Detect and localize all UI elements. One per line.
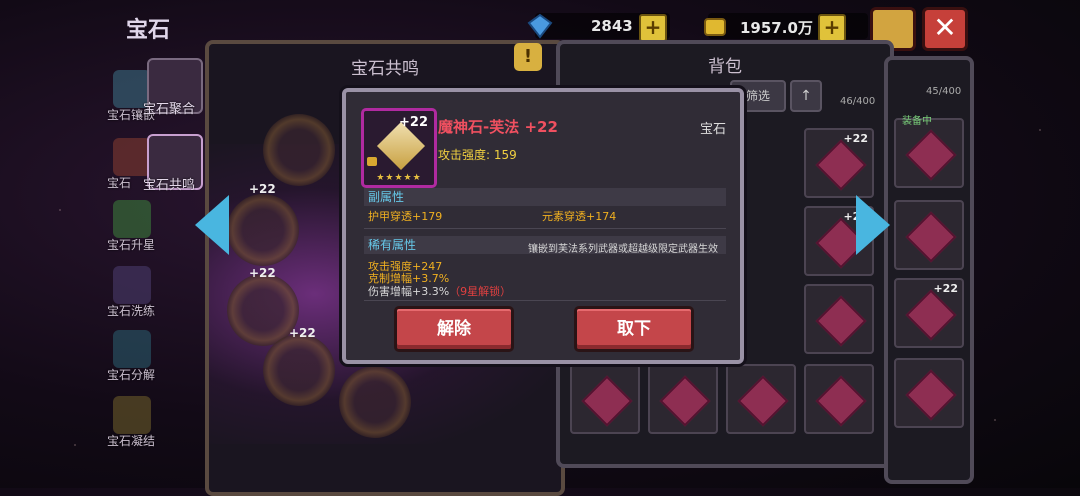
gold-count: 1957.0万	[740, 19, 813, 37]
gem-cell[interactable]	[894, 200, 964, 270]
item-type: 宝石	[699, 122, 726, 137]
backpack-count-secondary: 45/400	[926, 86, 962, 97]
gem-icon	[113, 138, 151, 176]
resonance-slot[interactable]	[263, 114, 335, 186]
gem-cell[interactable]	[894, 358, 964, 428]
gem-cell[interactable]	[894, 118, 964, 188]
item-name: 魔神石-芙法 +22	[438, 118, 558, 136]
gem-cell[interactable]: +22	[804, 128, 874, 198]
resonance-title: 宝石共鸣	[351, 59, 419, 79]
item-attack: 攻击强度: 159	[438, 148, 517, 162]
close-button[interactable]: ✕	[922, 7, 968, 51]
add-gold-button[interactable]: +	[818, 14, 846, 42]
backpack-title: 背包	[708, 57, 742, 77]
arrow-right-icon[interactable]	[856, 195, 890, 255]
sort-up-button[interactable]: ↑	[790, 80, 822, 112]
diamond-count: 2843	[591, 17, 633, 35]
resonance-slot[interactable]	[339, 366, 411, 438]
equipped-label: 装备中	[902, 116, 932, 127]
item-level: +22	[399, 115, 428, 130]
gem-cell[interactable]	[570, 364, 640, 434]
item-stars: ★★★★★	[376, 173, 422, 183]
secondary-header: 副属性	[364, 188, 726, 206]
item-icon-frame: +22 ★★★★★	[361, 108, 437, 188]
slot-level: +22	[249, 266, 276, 280]
gem-cell[interactable]: +22	[894, 278, 964, 348]
resonance-slot[interactable]	[263, 334, 335, 406]
sidebar-item-gem-condense[interactable]: 宝石凝结	[107, 394, 167, 452]
exclamation-icon[interactable]: !	[514, 43, 542, 71]
unequip-button[interactable]: 取下	[574, 306, 694, 352]
page-title: 宝石	[126, 18, 171, 43]
slot-level: +22	[249, 182, 276, 196]
condense-icon	[113, 396, 151, 434]
arrow-left-icon[interactable]	[195, 195, 229, 255]
gold-icon	[704, 18, 726, 36]
secondary-stat: 元素穿透+174	[542, 210, 617, 223]
diamond-icon	[527, 13, 553, 39]
close-icon: ✕	[933, 11, 957, 44]
gem-cell[interactable]	[804, 284, 874, 354]
rare-note: 镶嵌到芙法系列武器或超越级限定武器生效	[528, 244, 718, 255]
rare-stat-locked: 伤害增幅+3.3%（9星解锁）	[368, 285, 512, 298]
gem-detail-dialog: +22 ★★★★★ 魔神石-芙法 +22 宝石 攻击强度: 159 副属性 护甲…	[342, 88, 744, 364]
decompose-icon	[113, 330, 151, 368]
gem-cell[interactable]	[804, 364, 874, 434]
star-icon	[113, 200, 151, 238]
gold-currency: 1957.0万 +	[704, 13, 868, 42]
gem-cell[interactable]	[648, 364, 718, 434]
resonance-slot[interactable]	[227, 194, 299, 266]
secondary-stat: 护甲穿透+179	[368, 210, 443, 223]
backpack-count: 46/400	[840, 96, 876, 107]
add-diamond-button[interactable]: +	[639, 14, 667, 42]
slot-level: +22	[289, 326, 316, 340]
sidebar-item-gem-decompose[interactable]: 宝石分解	[107, 328, 167, 386]
reforge-icon	[113, 266, 151, 304]
sidebar-item-gem-star[interactable]: 宝石升星	[107, 198, 167, 256]
lock-icon	[367, 157, 377, 166]
gem-cell[interactable]	[726, 364, 796, 434]
sidebar-item-gem-reforge[interactable]: 宝石洗练	[107, 264, 167, 322]
diamond-currency: 2843 +	[527, 13, 670, 42]
remove-button[interactable]: 解除	[394, 306, 514, 352]
